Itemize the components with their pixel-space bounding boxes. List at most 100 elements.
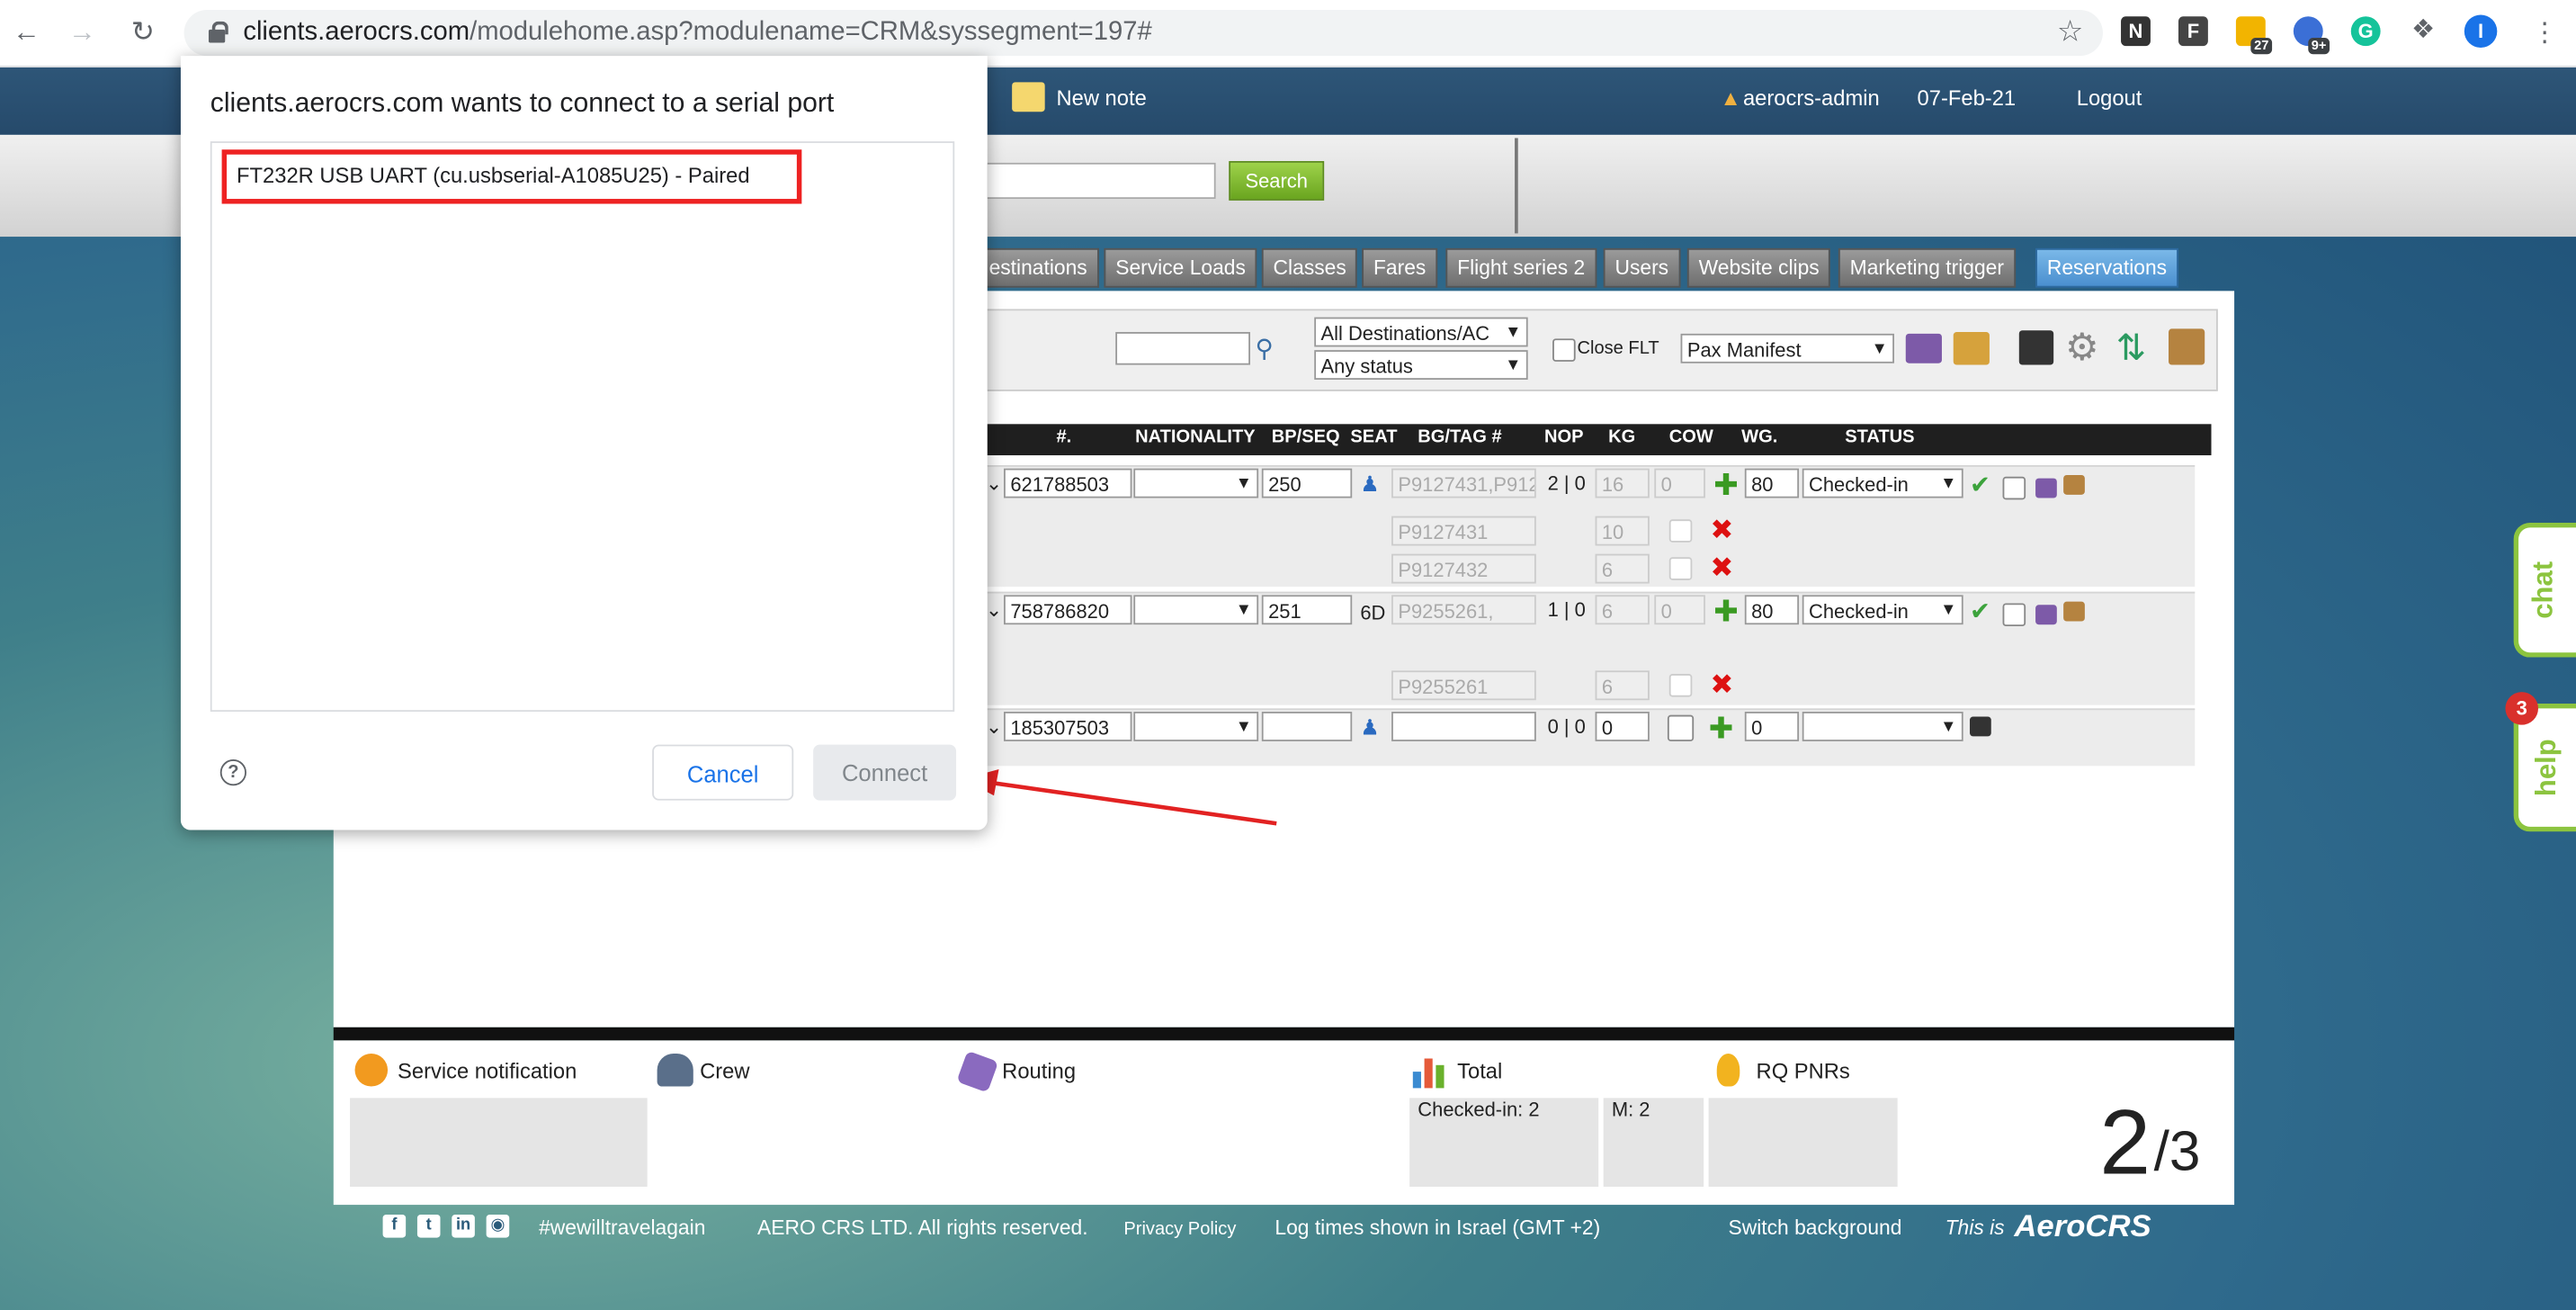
save-row-icon[interactable] <box>1970 716 1991 737</box>
search-input[interactable] <box>985 162 1216 200</box>
row-checkbox[interactable] <box>2002 476 2026 500</box>
print-icon[interactable] <box>1905 333 1942 363</box>
note-icon[interactable] <box>1012 82 1045 112</box>
bag-checkbox[interactable] <box>1668 674 1693 697</box>
tab-marketing-trigger[interactable]: Marketing trigger <box>1838 247 2016 288</box>
nationality-select[interactable]: ▼ <box>1133 712 1259 741</box>
wg-field[interactable]: 80 <box>1744 595 1800 625</box>
col-cow: COW <box>1668 426 1713 447</box>
nationality-select[interactable]: ▼ <box>1133 595 1259 625</box>
kg-field[interactable]: 0 <box>1595 712 1650 741</box>
manifest-header: #. NATIONALITY BP/SEQ SEAT BG/TAG # NOP … <box>985 424 2212 456</box>
menu-icon[interactable]: ⋮ <box>2532 16 2558 49</box>
facebook-icon[interactable]: f <box>382 1215 407 1238</box>
manifest-search-input[interactable] <box>1115 332 1250 365</box>
magnifier-icon[interactable]: ⚲ <box>1255 334 1284 363</box>
close-flt-checkbox[interactable] <box>1552 338 1576 362</box>
add-bag-icon[interactable]: ✚ <box>1713 470 1739 499</box>
search-button[interactable]: Search <box>1229 161 1325 201</box>
help-badge: 3 <box>2505 692 2538 725</box>
wg-field[interactable]: 80 <box>1744 468 1800 498</box>
add-bag-icon[interactable]: ✚ <box>1709 713 1734 743</box>
profile-avatar[interactable]: I <box>2464 14 2498 48</box>
tab-website-clips[interactable]: Website clips <box>1686 247 1831 288</box>
bag-checkbox[interactable] <box>1668 557 1693 580</box>
privacy-policy-link[interactable]: Privacy Policy <box>1123 1220 1236 1240</box>
forward-icon[interactable]: → <box>62 13 102 53</box>
add-bag-icon[interactable]: ✚ <box>1713 597 1739 626</box>
address-bar[interactable]: clients.aerocrs.com/modulehome.asp?modul… <box>183 9 2103 57</box>
package-icon[interactable] <box>2169 328 2205 365</box>
twitter-icon[interactable]: t <box>416 1215 441 1238</box>
cart-icon[interactable] <box>1953 332 1990 365</box>
bp-seq-field[interactable]: 250 <box>1261 468 1353 498</box>
status-select[interactable]: Checked-in ▼ <box>1802 468 1963 498</box>
nop-value: 1 | 0 <box>1547 597 1586 622</box>
status-select[interactable]: Checked-in ▼ <box>1802 595 1963 625</box>
connect-button[interactable]: Connect <box>813 744 957 801</box>
tab-classes[interactable]: Classes <box>1261 247 1358 288</box>
row-checkbox[interactable] <box>2002 603 2026 627</box>
service-notification-title: Service notification <box>398 1058 577 1083</box>
ticket-field[interactable]: 185307503 <box>1004 712 1132 741</box>
help-icon[interactable]: ? <box>219 759 246 786</box>
sparkle-extension-icon[interactable]: 9+ <box>2293 16 2330 55</box>
this-is-text: This is <box>1945 1216 2005 1240</box>
bp-seq-field[interactable]: 251 <box>1261 595 1353 625</box>
destinations-select[interactable]: All Destinations/AC ▼ <box>1314 317 1528 347</box>
remove-bag-icon[interactable]: ✖ <box>1710 554 1733 582</box>
save-icon[interactable] <box>2018 330 2054 365</box>
tab-destinations[interactable]: estinations <box>979 247 1099 288</box>
tab-service-loads[interactable]: Service Loads <box>1104 247 1257 288</box>
calendar-extension-icon[interactable]: 27 <box>2235 16 2273 55</box>
cancel-button[interactable]: Cancel <box>652 744 794 801</box>
ticket-field[interactable]: 758786820 <box>1004 595 1132 625</box>
tab-flight-series-2[interactable]: Flight series 2 <box>1445 247 1597 288</box>
status-select[interactable]: ▼ <box>1802 712 1963 741</box>
cow-checkbox[interactable] <box>1667 714 1695 741</box>
edit-chevron-icon[interactable]: ⌄ <box>986 471 1002 495</box>
status-filter-select[interactable]: Any status ▼ <box>1314 350 1528 381</box>
ticket-field[interactable]: 621788503 <box>1004 468 1132 498</box>
linkedin-icon[interactable]: in <box>452 1215 475 1238</box>
puzzle-extensions-icon[interactable]: ❖ <box>2409 16 2438 46</box>
bag-checkbox[interactable] <box>1668 519 1693 543</box>
boarding-pass-icon[interactable] <box>2035 605 2057 625</box>
assign-seat-icon[interactable]: ♟ <box>1360 471 1379 498</box>
switch-background-link[interactable]: Switch background <box>1729 1216 1902 1240</box>
assign-seat-icon[interactable]: ♟ <box>1360 715 1379 741</box>
lock-icon[interactable] <box>203 20 229 46</box>
remove-bag-icon[interactable]: ✖ <box>1710 516 1733 544</box>
remove-bag-icon[interactable]: ✖ <box>1710 670 1733 698</box>
bag-tag-field: P9127431 <box>1391 516 1536 546</box>
chat-tab[interactable]: chat <box>2513 522 2576 658</box>
edit-chevron-icon[interactable]: ⌄ <box>986 598 1002 622</box>
tab-reservations[interactable]: Reservations <box>2035 247 2178 288</box>
grammarly-extension-icon[interactable]: G <box>2350 16 2381 47</box>
url-text[interactable]: clients.aerocrs.com/modulehome.asp?modul… <box>243 18 1151 48</box>
logout-link[interactable]: Logout <box>2077 85 2142 110</box>
bag-icon[interactable] <box>2063 474 2085 495</box>
bag-icon[interactable] <box>2063 601 2085 622</box>
device-item[interactable]: FT232R USB UART (cu.usbserial-A1085U25) … <box>221 149 802 204</box>
wg-field[interactable]: 0 <box>1744 712 1800 741</box>
edit-chevron-icon[interactable]: ⌄ <box>986 715 1002 739</box>
report-select[interactable]: Pax Manifest ▼ <box>1680 333 1894 363</box>
notion-extension-icon[interactable]: N <box>2121 16 2151 47</box>
f-extension-icon[interactable]: F <box>2178 16 2208 47</box>
bp-seq-field[interactable] <box>1261 712 1353 741</box>
instagram-icon[interactable]: ◉ <box>486 1215 510 1238</box>
bag-tags-field[interactable] <box>1391 712 1536 741</box>
bar-chart-icon <box>1412 1052 1449 1089</box>
checked-in-count: Checked-in: 2 <box>1418 1098 1540 1121</box>
refresh-icon[interactable]: ⇅ <box>2116 328 2147 370</box>
reload-icon[interactable]: ↻ <box>123 13 163 53</box>
new-note-link[interactable]: New note <box>1056 85 1146 110</box>
boarding-pass-icon[interactable] <box>2035 478 2057 498</box>
bookmark-star-icon[interactable]: ☆ <box>2057 14 2083 49</box>
gear-icon[interactable]: ⚙ <box>2065 326 2099 370</box>
tab-users[interactable]: Users <box>1603 247 1680 288</box>
nationality-select[interactable]: ▼ <box>1133 468 1259 498</box>
back-icon[interactable]: ← <box>6 13 46 53</box>
tab-fares[interactable]: Fares <box>1362 247 1438 288</box>
